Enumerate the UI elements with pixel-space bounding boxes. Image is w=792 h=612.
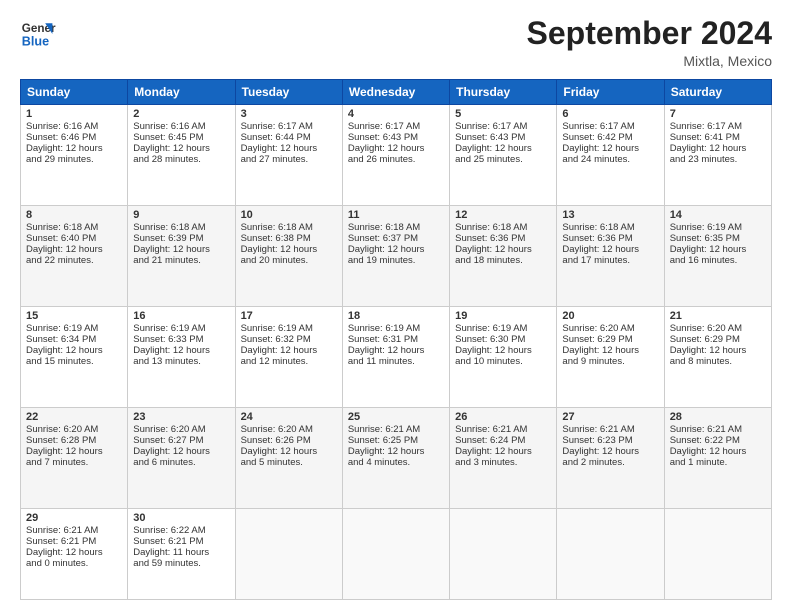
calendar-table: Sunday Monday Tuesday Wednesday Thursday… <box>20 79 772 600</box>
table-row: 25Sunrise: 6:21 AMSunset: 6:25 PMDayligh… <box>342 408 449 509</box>
table-row: 30Sunrise: 6:22 AMSunset: 6:21 PMDayligh… <box>128 509 235 600</box>
col-monday: Monday <box>128 80 235 105</box>
table-row: 13Sunrise: 6:18 AMSunset: 6:36 PMDayligh… <box>557 206 664 307</box>
table-row: 21Sunrise: 6:20 AMSunset: 6:29 PMDayligh… <box>664 307 771 408</box>
table-row: 8Sunrise: 6:18 AMSunset: 6:40 PMDaylight… <box>21 206 128 307</box>
table-row: 11Sunrise: 6:18 AMSunset: 6:37 PMDayligh… <box>342 206 449 307</box>
week-row-0: 1Sunrise: 6:16 AMSunset: 6:46 PMDaylight… <box>21 105 772 206</box>
col-thursday: Thursday <box>450 80 557 105</box>
week-row-2: 15Sunrise: 6:19 AMSunset: 6:34 PMDayligh… <box>21 307 772 408</box>
table-row: 16Sunrise: 6:19 AMSunset: 6:33 PMDayligh… <box>128 307 235 408</box>
table-row: 19Sunrise: 6:19 AMSunset: 6:30 PMDayligh… <box>450 307 557 408</box>
table-row: 29Sunrise: 6:21 AMSunset: 6:21 PMDayligh… <box>21 509 128 600</box>
table-row: 2Sunrise: 6:16 AMSunset: 6:45 PMDaylight… <box>128 105 235 206</box>
week-row-3: 22Sunrise: 6:20 AMSunset: 6:28 PMDayligh… <box>21 408 772 509</box>
table-row: 5Sunrise: 6:17 AMSunset: 6:43 PMDaylight… <box>450 105 557 206</box>
table-row: 6Sunrise: 6:17 AMSunset: 6:42 PMDaylight… <box>557 105 664 206</box>
table-row: 20Sunrise: 6:20 AMSunset: 6:29 PMDayligh… <box>557 307 664 408</box>
header-row: Sunday Monday Tuesday Wednesday Thursday… <box>21 80 772 105</box>
table-row: 9Sunrise: 6:18 AMSunset: 6:39 PMDaylight… <box>128 206 235 307</box>
table-row: 15Sunrise: 6:19 AMSunset: 6:34 PMDayligh… <box>21 307 128 408</box>
table-row: 22Sunrise: 6:20 AMSunset: 6:28 PMDayligh… <box>21 408 128 509</box>
calendar-title: September 2024 <box>527 16 772 51</box>
calendar-subtitle: Mixtla, Mexico <box>527 53 772 69</box>
week-row-1: 8Sunrise: 6:18 AMSunset: 6:40 PMDaylight… <box>21 206 772 307</box>
table-row: 28Sunrise: 6:21 AMSunset: 6:22 PMDayligh… <box>664 408 771 509</box>
col-tuesday: Tuesday <box>235 80 342 105</box>
table-row <box>235 509 342 600</box>
table-row <box>664 509 771 600</box>
table-row: 26Sunrise: 6:21 AMSunset: 6:24 PMDayligh… <box>450 408 557 509</box>
week-row-4: 29Sunrise: 6:21 AMSunset: 6:21 PMDayligh… <box>21 509 772 600</box>
svg-text:Blue: Blue <box>22 35 49 49</box>
table-row: 17Sunrise: 6:19 AMSunset: 6:32 PMDayligh… <box>235 307 342 408</box>
table-row: 4Sunrise: 6:17 AMSunset: 6:43 PMDaylight… <box>342 105 449 206</box>
logo-icon: General Blue <box>20 16 56 52</box>
table-row <box>557 509 664 600</box>
logo: General Blue <box>20 16 56 52</box>
col-friday: Friday <box>557 80 664 105</box>
table-row <box>342 509 449 600</box>
calendar-page: General Blue September 2024 Mixtla, Mexi… <box>0 0 792 612</box>
col-wednesday: Wednesday <box>342 80 449 105</box>
header: General Blue September 2024 Mixtla, Mexi… <box>20 16 772 69</box>
table-row: 27Sunrise: 6:21 AMSunset: 6:23 PMDayligh… <box>557 408 664 509</box>
table-row: 10Sunrise: 6:18 AMSunset: 6:38 PMDayligh… <box>235 206 342 307</box>
table-row: 23Sunrise: 6:20 AMSunset: 6:27 PMDayligh… <box>128 408 235 509</box>
table-row: 1Sunrise: 6:16 AMSunset: 6:46 PMDaylight… <box>21 105 128 206</box>
table-row: 24Sunrise: 6:20 AMSunset: 6:26 PMDayligh… <box>235 408 342 509</box>
table-row <box>450 509 557 600</box>
col-saturday: Saturday <box>664 80 771 105</box>
table-row: 14Sunrise: 6:19 AMSunset: 6:35 PMDayligh… <box>664 206 771 307</box>
col-sunday: Sunday <box>21 80 128 105</box>
table-row: 12Sunrise: 6:18 AMSunset: 6:36 PMDayligh… <box>450 206 557 307</box>
title-block: September 2024 Mixtla, Mexico <box>527 16 772 69</box>
table-row: 3Sunrise: 6:17 AMSunset: 6:44 PMDaylight… <box>235 105 342 206</box>
table-row: 7Sunrise: 6:17 AMSunset: 6:41 PMDaylight… <box>664 105 771 206</box>
table-row: 18Sunrise: 6:19 AMSunset: 6:31 PMDayligh… <box>342 307 449 408</box>
